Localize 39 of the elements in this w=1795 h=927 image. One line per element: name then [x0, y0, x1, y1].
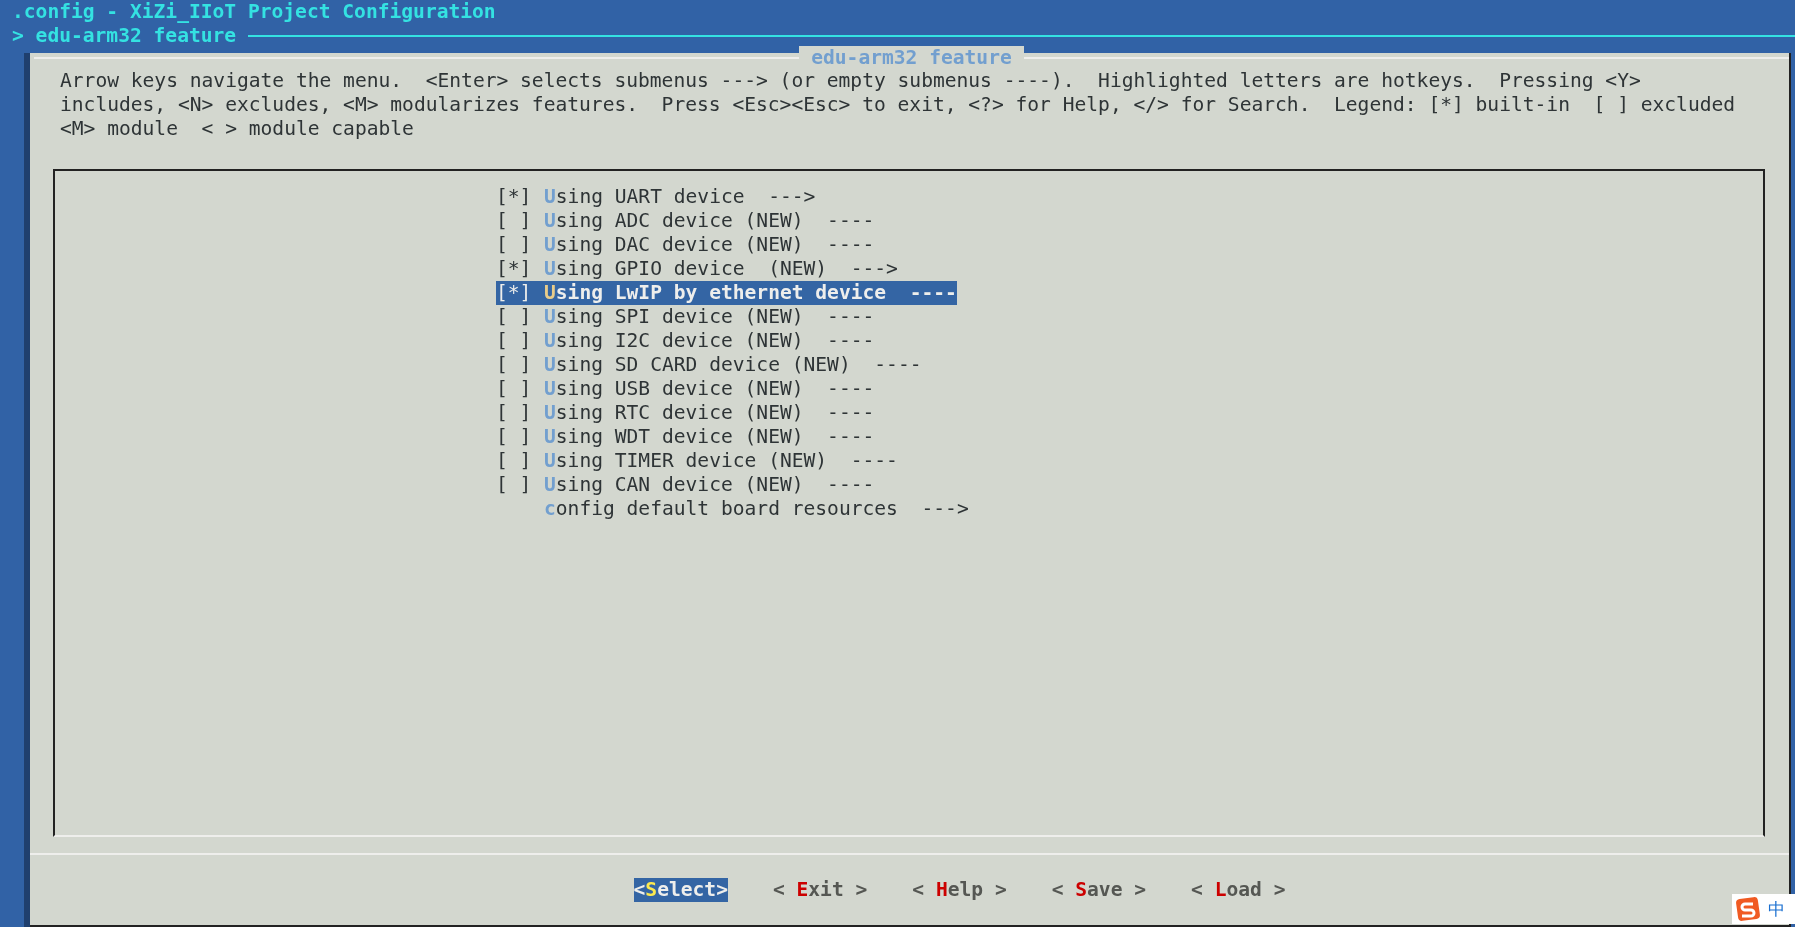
menu-item[interactable]: [ ] Using USB device (NEW) ---- [496, 377, 875, 401]
checkbox[interactable]: [ ] [496, 473, 544, 497]
dialog-button[interactable]: <Select> [633, 878, 728, 902]
menu-item[interactable]: config default board resources ---> [496, 497, 969, 521]
menu-item[interactable]: [ ] Using SD CARD device (NEW) ---- [496, 353, 922, 377]
help-text: <M> module < > module capable [60, 117, 415, 141]
checkbox[interactable]: [ ] [496, 329, 544, 353]
help-text: includes, <N> excludes, <M> modularizes features. Press <Esc><Esc> to exit, <?> for Help, </> for Search. Legend: [*] built-in [ ] excluded [60, 93, 1737, 117]
dialog-button[interactable]: < Save > [1051, 878, 1147, 902]
checkbox[interactable]: [*] [496, 185, 544, 209]
dialog-button[interactable]: < Load > [1191, 878, 1286, 902]
menu-item[interactable]: [ ] Using SPI device (NEW) ---- [496, 305, 875, 329]
checkbox[interactable]: [ ] [496, 353, 544, 377]
menu-item[interactable]: [*] Using GPIO device (NEW) ---> [496, 257, 898, 281]
s-logo-icon[interactable] [1736, 897, 1760, 921]
checkbox[interactable]: [ ] [496, 401, 544, 425]
checkbox[interactable]: [*] [496, 281, 544, 305]
menu-item[interactable]: [ ] Using WDT device (NEW) ---- [496, 425, 875, 449]
checkbox[interactable]: [ ] [496, 449, 544, 473]
menu-item[interactable]: [*] Using UART device ---> [496, 185, 816, 209]
checkbox[interactable]: [*] [496, 257, 544, 281]
checkbox[interactable]: [ ] [496, 425, 544, 449]
dialog-button[interactable]: < Exit > [772, 878, 868, 902]
menu-item[interactable]: [ ] Using I2C device (NEW) ---- [496, 329, 875, 353]
menu-item[interactable]: [ ] Using ADC device (NEW) ---- [496, 209, 875, 233]
dialog-button[interactable]: < Help > [912, 878, 1007, 902]
window-title: .config - XiZi_IIoT Project Configuration [12, 0, 496, 24]
checkbox[interactable]: [ ] [496, 377, 544, 401]
help-text: Arrow keys navigate the menu. <Enter> selects submenus ---> (or empty submenus ----). Highlighted letters are hotkeys. Pressing <Y> [60, 69, 1642, 93]
input-mode-toggle[interactable]: 中 [1768, 897, 1785, 921]
breadcrumb: > edu-arm32 feature [12, 24, 237, 48]
menu-item[interactable]: [ ] Using TIMER device (NEW) ---- [496, 449, 898, 473]
menu-item[interactable]: [*] Using LwIP by ethernet device ---- [496, 281, 957, 305]
menu-item[interactable]: [ ] Using DAC device (NEW) ---- [496, 233, 875, 257]
menu-item[interactable]: [ ] Using CAN device (NEW) ---- [496, 473, 875, 497]
menu-item[interactable]: [ ] Using RTC device (NEW) ---- [496, 401, 875, 425]
checkbox[interactable]: [ ] [496, 209, 544, 233]
checkbox[interactable]: [ ] [496, 233, 544, 257]
checkbox[interactable]: [ ] [496, 305, 544, 329]
